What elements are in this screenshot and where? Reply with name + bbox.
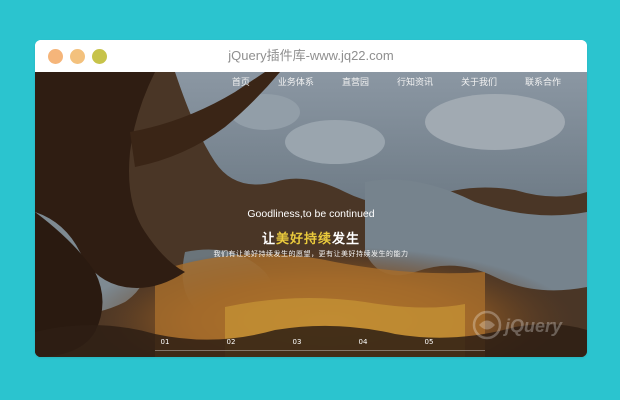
hero-english-title: Goodliness,to be continued [247, 208, 375, 220]
main-nav: 首页 业务体系 直营园 行知资讯 关于我们 联系合作 [232, 72, 587, 94]
hero-cn-highlight: 美好持续 [275, 232, 332, 247]
hero-cn-suffix: 发生 [332, 232, 361, 247]
window-titlebar: jQuery插件库-www.jq22.com [35, 40, 587, 72]
jquery-watermark-logo: jQuery [472, 310, 563, 340]
browser-window: jQuery插件库-www.jq22.com 首页 业务体系 直营园 行知资讯 … [35, 40, 587, 357]
slide-pager: 01 02 03 04 05 [155, 338, 485, 354]
nav-item-about[interactable]: 关于我们 [461, 72, 497, 94]
nav-item-contact[interactable]: 联系合作 [525, 72, 561, 94]
hero-slider: 首页 业务体系 直营园 行知资讯 关于我们 联系合作 Goodliness,to… [35, 72, 587, 357]
nav-item-news[interactable]: 行知资讯 [397, 72, 433, 94]
pager-item-01[interactable]: 01 [155, 338, 175, 347]
nav-item-home[interactable]: 首页 [232, 72, 250, 94]
hero-cn-prefix: 让 [261, 232, 276, 247]
hero-subtitle: 我们有让美好持续发生的愿望，更有让美好持续发生的能力 [213, 250, 409, 258]
nav-item-business[interactable]: 业务体系 [278, 72, 314, 94]
pager-track [155, 350, 485, 351]
watermark-text: jQuery [503, 316, 563, 336]
hero-chinese-title: 让美好持续发生 [35, 228, 587, 247]
window-title: jQuery插件库-www.jq22.com [228, 48, 394, 63]
pager-item-02[interactable]: 02 [221, 338, 241, 347]
pager-item-05[interactable]: 05 [419, 338, 439, 347]
pager-item-04[interactable]: 04 [353, 338, 373, 347]
pager-item-03[interactable]: 03 [287, 338, 307, 347]
nav-item-campus[interactable]: 直营园 [342, 72, 369, 94]
